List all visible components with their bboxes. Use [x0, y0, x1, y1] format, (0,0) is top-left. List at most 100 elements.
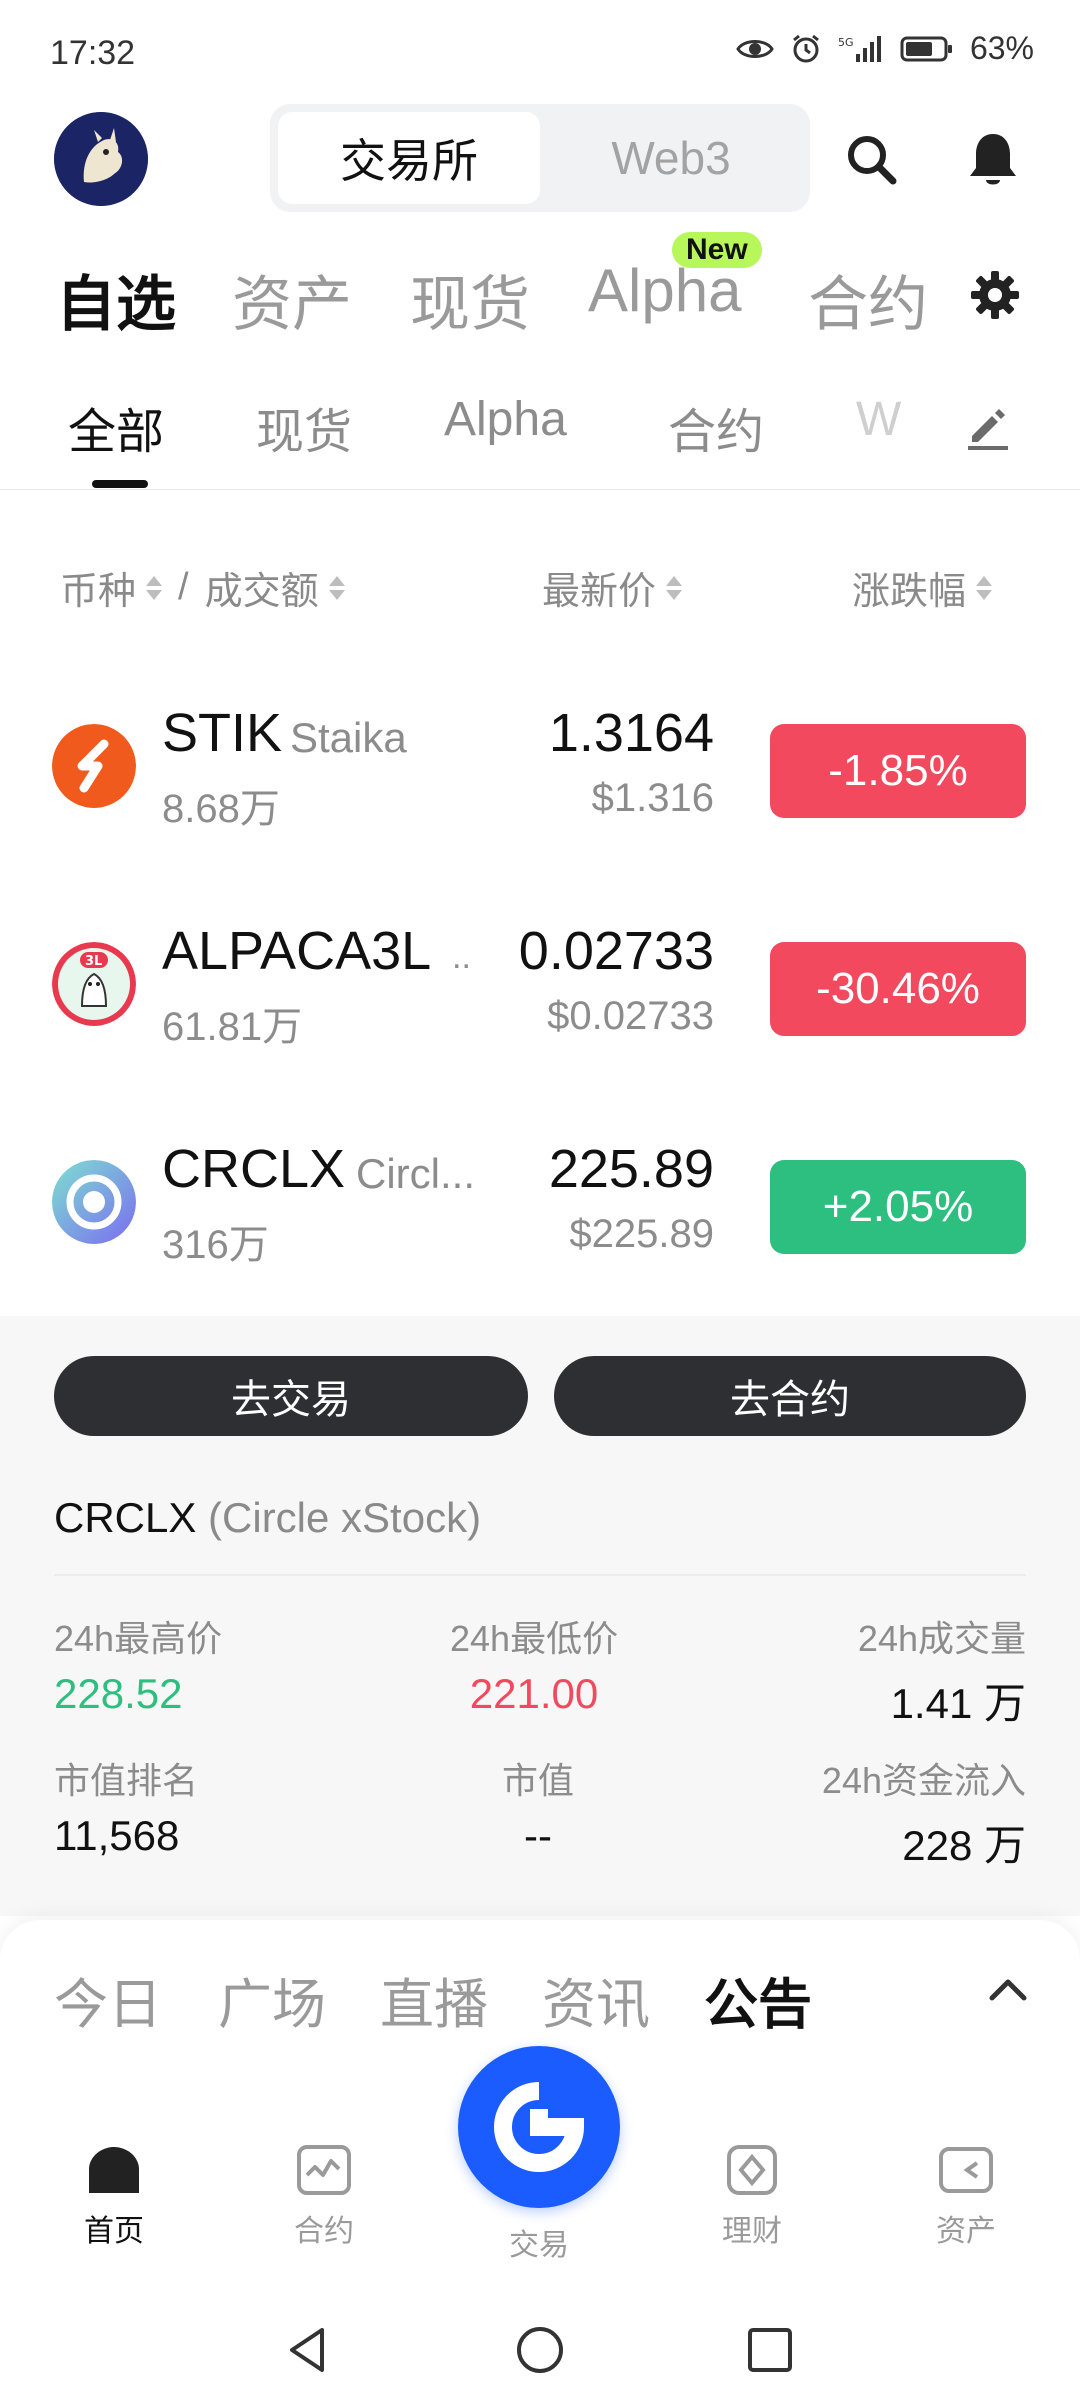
feed-tab-news[interactable]: 资讯 [542, 1960, 650, 2039]
main-tabs: 自选 资产 现货 Alpha 合约 [0, 240, 1080, 350]
coin-row-crclx[interactable]: CRCLX Circl... 316万 225.89 $225.89 +2.05… [0, 1118, 1080, 1318]
tab-spot[interactable]: 现货 [410, 256, 530, 343]
coin-volume: 316万 [162, 1223, 269, 1267]
feed-tab-live[interactable]: 直播 [380, 1960, 488, 2039]
coin-usd-price: $225.89 [569, 1212, 714, 1256]
coin-usd-price: $1.316 [591, 776, 714, 820]
list-header: 币种 / 成交额 最新价 涨跌幅 [0, 560, 1080, 620]
divider [54, 1574, 1026, 1576]
coin-name: .. [452, 938, 471, 976]
crclx-logo-icon [52, 1160, 136, 1244]
stat-market-cap: 市值 -- [502, 1752, 574, 1860]
go-trade-button[interactable]: 去交易 [54, 1356, 528, 1436]
subtab-spot[interactable]: 现货 [256, 392, 352, 462]
tab-futures[interactable]: 合约 [808, 256, 928, 343]
sort-arrows-icon [976, 575, 993, 600]
change-badge[interactable]: -1.85% [770, 724, 1026, 818]
wallet-icon [936, 2140, 996, 2200]
back-icon[interactable] [282, 2324, 334, 2381]
exchange-web3-switch[interactable]: 交易所 Web3 [270, 104, 810, 212]
segment-web3[interactable]: Web3 [540, 112, 802, 204]
sort-symbol[interactable]: 币种 / 成交额 [60, 560, 345, 615]
coin-row-alpaca3l[interactable]: 3L ALPACA3L .. 61.81万 0.02733 $0.02733 -… [0, 900, 1080, 1100]
status-icons: 5G 63% [736, 30, 1034, 67]
header-change: 涨跌幅 [852, 571, 967, 613]
tab-assets[interactable]: 资产 [232, 256, 352, 343]
nav-earn[interactable]: 理财 [682, 2140, 822, 2250]
sort-change[interactable]: 涨跌幅 [852, 560, 993, 615]
feed-tab-announcements[interactable]: 公告 [704, 1960, 812, 2039]
subtab-more[interactable]: W [856, 392, 901, 447]
recents-square-icon[interactable] [744, 2324, 796, 2381]
stat-value: 221.00 [469, 1670, 599, 1717]
coin-symbol: CRCLX [162, 1139, 346, 1199]
edit-icon[interactable] [952, 392, 1022, 462]
header-symbol: 币种 [60, 571, 137, 613]
nav-label: 首页 [84, 2215, 144, 2248]
feed-tab-square[interactable]: 广场 [218, 1960, 326, 2039]
settings-gear-icon[interactable] [960, 260, 1030, 330]
bell-icon[interactable] [958, 124, 1028, 194]
nav-label-trade: 交易 [509, 2229, 569, 2262]
subtab-all[interactable]: 全部 [68, 392, 164, 462]
chevron-up-icon[interactable] [986, 1974, 1030, 2009]
coin-row-stik[interactable]: STIK Staika 8.68万 1.3164 $1.316 -1.85% [0, 682, 1080, 882]
coin-price: 1.3164 [548, 703, 714, 763]
stat-market-cap-rank: 市值排名 11,568 [54, 1752, 198, 1860]
top-bar: 交易所 Web3 [0, 100, 1080, 230]
alpaca3l-logo-icon: 3L [52, 942, 136, 1026]
change-badge[interactable]: +2.05% [770, 1160, 1026, 1254]
subtab-futures[interactable]: 合约 [668, 392, 764, 462]
stat-24h-inflow: 24h资金流入 228 万 [822, 1752, 1026, 1873]
stat-value: -- [524, 1812, 552, 1859]
nav-futures[interactable]: 合约 [254, 2140, 394, 2250]
home-circle-icon[interactable] [514, 2324, 566, 2381]
coin-price: 225.89 [548, 1139, 714, 1199]
stat-24h-high: 24h最高价 228.52 [54, 1610, 222, 1718]
sort-arrows-icon [328, 575, 345, 600]
header-price: 最新价 [542, 571, 657, 613]
stat-label: 市值排名 [54, 1760, 199, 1801]
stat-label: 市值 [502, 1760, 575, 1801]
coin-price: 0.02733 [518, 921, 714, 981]
futures-chart-icon [294, 2140, 354, 2200]
status-time: 17:32 [50, 34, 136, 72]
nav-home[interactable]: 首页 [44, 2140, 184, 2250]
sort-price[interactable]: 最新价 [542, 560, 683, 615]
alarm-icon [790, 33, 822, 65]
trade-fab-button[interactable] [458, 2046, 620, 2208]
go-futures-button[interactable]: 去合约 [554, 1356, 1026, 1436]
tab-favorites[interactable]: 自选 [56, 256, 176, 343]
nav-assets[interactable]: 资产 [896, 2140, 1036, 2250]
stat-label: 24h最高价 [54, 1618, 223, 1659]
segment-exchange[interactable]: 交易所 [278, 112, 540, 204]
stat-value: 11,568 [54, 1812, 180, 1859]
sort-arrows-icon [146, 575, 163, 600]
status-bar: 17:32 5G 63% [0, 0, 1080, 100]
feed-tab-today[interactable]: 今日 [54, 1960, 162, 2039]
change-badge[interactable]: -30.46% [770, 942, 1026, 1036]
sort-arrows-icon [666, 575, 683, 600]
header-separator: / [178, 566, 189, 608]
stat-value: 228.52 [54, 1670, 183, 1717]
active-subtab-indicator [92, 480, 148, 488]
detail-name: (Circle xStock) [208, 1494, 482, 1541]
signal-icon: 5G [838, 34, 884, 64]
nav-label: 资产 [936, 2215, 996, 2248]
subtab-alpha[interactable]: Alpha [444, 392, 567, 447]
svg-text:5G: 5G [838, 36, 854, 49]
battery-percent: 63% [969, 30, 1034, 66]
avatar[interactable] [54, 112, 148, 206]
stat-24h-low: 24h最低价 221.00 [450, 1610, 618, 1718]
battery-icon [900, 34, 954, 64]
svg-text:3L: 3L [85, 954, 102, 969]
stik-logo-icon [52, 724, 136, 808]
home-icon [84, 2140, 144, 2200]
new-badge: New [672, 232, 762, 268]
stat-value: 228 万 [902, 1822, 1026, 1869]
eye-icon [736, 36, 774, 62]
search-icon[interactable] [836, 124, 906, 194]
coin-name: Circl... [356, 1150, 475, 1197]
stat-label: 24h资金流入 [821, 1760, 1026, 1801]
nav-label: 理财 [722, 2215, 782, 2248]
